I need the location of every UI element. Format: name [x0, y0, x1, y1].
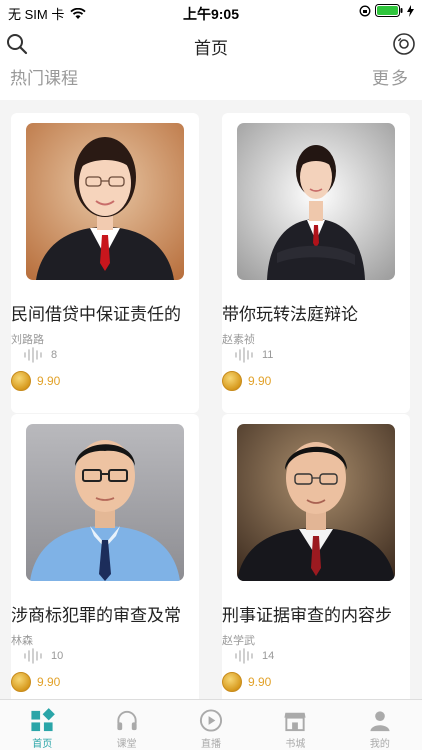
play-count-value: 10	[51, 650, 64, 662]
tab-home[interactable]: 首页	[0, 700, 84, 750]
nav-bar: 首页	[0, 24, 422, 64]
sound-wave-icon	[235, 648, 253, 664]
price: 9.90	[11, 371, 60, 391]
price: 9.90	[11, 672, 60, 692]
course-grid: 民间借贷中保证责任的 刘路路 8 9.90 带你玩转法庭辩论 赵素祯 11 9.…	[0, 101, 422, 699]
coin-icon	[222, 672, 242, 692]
teacher-name: 刘路路	[11, 334, 44, 346]
teacher-photo	[237, 424, 395, 581]
store-icon	[284, 712, 306, 732]
tab-label: 首页	[32, 739, 53, 750]
tab-label: 我的	[369, 739, 390, 750]
person-icon	[370, 711, 390, 732]
section-header: 热门课程 更多	[0, 64, 422, 100]
tab-label: 课堂	[116, 739, 137, 750]
tab-live[interactable]: 直播	[169, 700, 253, 750]
course-title: 带你玩转法庭辩论	[222, 305, 358, 324]
course-card[interactable]: 带你玩转法庭辩论 赵素祯 11 9.90	[222, 113, 410, 413]
course-title: 涉商标犯罪的审查及常	[11, 606, 181, 625]
price: 9.90	[222, 672, 271, 692]
more-link[interactable]: 更多	[372, 64, 410, 89]
battery-icon	[375, 4, 403, 17]
music-disc-icon[interactable]	[392, 32, 416, 56]
teacher-photo	[26, 123, 184, 280]
play-count: 8	[23, 347, 57, 363]
charging-icon	[407, 4, 414, 17]
section-title: 热门课程	[10, 69, 78, 88]
tab-bar: 首页 课堂 直播 书城 我的	[0, 699, 422, 750]
sound-wave-icon	[24, 648, 42, 664]
play-count: 14	[234, 648, 274, 664]
tab-mine[interactable]: 我的	[338, 700, 422, 750]
coin-icon	[222, 371, 242, 391]
price-value: 9.90	[248, 374, 272, 388]
price: 9.90	[222, 371, 271, 391]
status-bar: 无 SIM 卡 上午9:05	[0, 0, 422, 24]
course-card[interactable]: 涉商标犯罪的审查及常 林森 10 9.90	[11, 414, 199, 699]
tab-bookstore[interactable]: 书城	[253, 700, 337, 750]
teacher-photo	[237, 123, 395, 280]
sound-wave-icon	[235, 347, 253, 363]
sound-wave-icon	[24, 347, 42, 363]
price-value: 9.90	[248, 675, 272, 689]
page-title: 首页	[194, 39, 228, 58]
course-title: 刑事证据审查的内容步	[222, 606, 392, 625]
play-count: 10	[23, 648, 63, 664]
coin-icon	[11, 371, 31, 391]
play-count-value: 14	[262, 650, 275, 662]
play-circle-icon	[199, 709, 223, 732]
coin-icon	[11, 672, 31, 692]
play-count-value: 8	[51, 349, 58, 361]
price-value: 9.90	[37, 374, 61, 388]
tab-label: 直播	[201, 739, 222, 750]
play-count: 11	[234, 347, 273, 363]
tab-label: 书城	[285, 739, 306, 750]
teacher-name: 林森	[11, 635, 33, 647]
course-card[interactable]: 刑事证据审查的内容步 赵学武 14 9.90	[222, 414, 410, 699]
teacher-name: 赵学武	[222, 635, 255, 647]
teacher-photo	[26, 424, 184, 581]
home-grid-icon	[31, 708, 56, 732]
price-value: 9.90	[37, 675, 61, 689]
headphones-icon	[116, 710, 137, 731]
play-count-value: 11	[262, 349, 274, 361]
course-title: 民间借贷中保证责任的	[11, 305, 181, 324]
teacher-name: 赵素祯	[222, 334, 255, 346]
orientation-lock-icon	[359, 5, 371, 16]
tab-classroom[interactable]: 课堂	[84, 700, 168, 750]
course-card[interactable]: 民间借贷中保证责任的 刘路路 8 9.90	[11, 113, 199, 413]
